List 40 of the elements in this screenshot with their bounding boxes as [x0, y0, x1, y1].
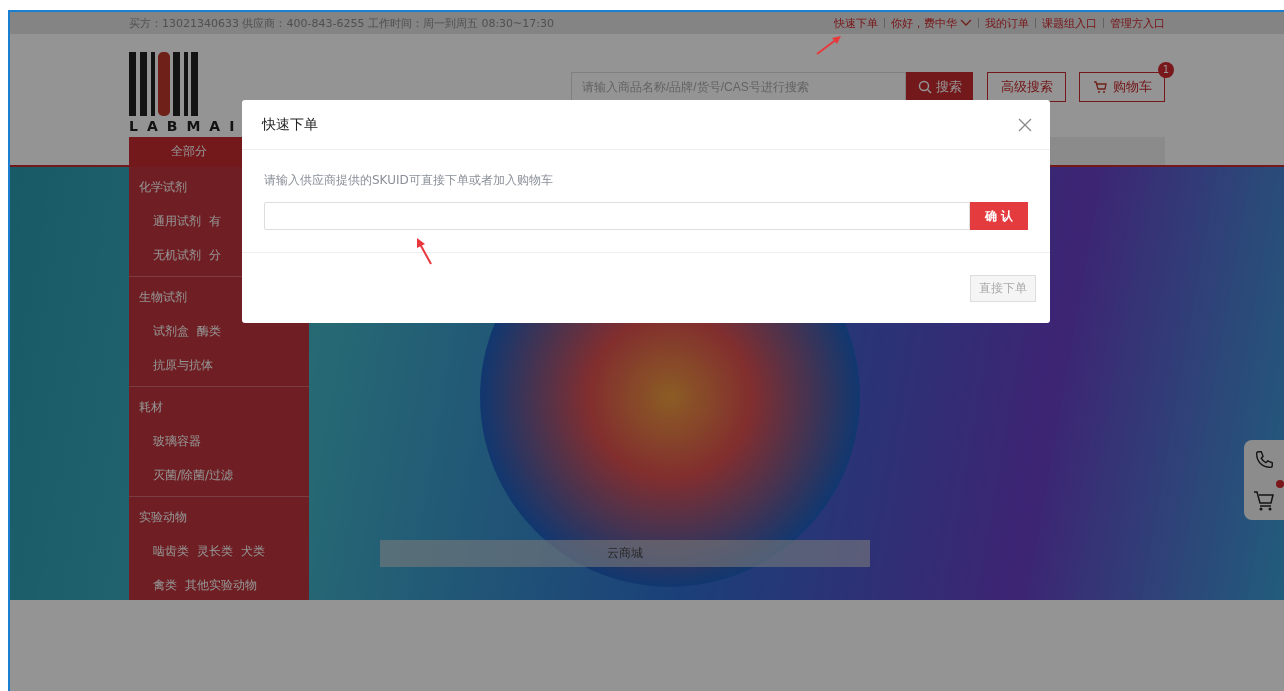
category-link[interactable]: 有 [209, 212, 221, 230]
category-link[interactable]: 啮齿类 [153, 542, 189, 560]
phone-icon[interactable] [1253, 448, 1275, 471]
logo[interactable]: LABMAI [129, 52, 244, 134]
category-title[interactable]: 耗材 [129, 390, 309, 424]
category-link[interactable]: 通用试剂 [153, 212, 201, 230]
barcode-tube-icon [129, 52, 199, 116]
hint-text: 请输入供应商提供的SKUID可直接下单或者加入购物车 [264, 172, 554, 189]
cart-count-badge: 1 [1158, 62, 1174, 78]
top-link[interactable]: 课题组入口 [1042, 15, 1097, 31]
dialog-title: 快速下单 [262, 115, 318, 134]
logo-text: LABMAI [129, 118, 244, 134]
search-icon [917, 80, 932, 94]
annotation-arrow [815, 34, 843, 56]
cart-icon [1092, 80, 1107, 94]
close-icon [1018, 117, 1032, 132]
category-link[interactable]: 无机试剂 [153, 246, 201, 264]
advanced-search-button[interactable]: 高级搜索 [987, 72, 1066, 102]
user-menu[interactable]: 你好，费中华 [891, 15, 972, 31]
category-link[interactable]: 分 [209, 246, 221, 264]
confirm-button[interactable]: 确 认 [970, 202, 1028, 230]
category-title[interactable]: 实验动物 [129, 500, 309, 534]
category-link[interactable]: 禽类 [153, 576, 177, 594]
annotation-arrow [414, 236, 434, 266]
chevron-down-icon [960, 19, 972, 27]
cart-button[interactable]: 购物车 [1079, 72, 1165, 102]
top-link[interactable]: 管理方入口 [1110, 15, 1165, 31]
category-link[interactable]: 灵长类 [197, 542, 233, 560]
category-link[interactable]: 玻璃容器 [153, 432, 201, 450]
category-link[interactable]: 灭菌/除菌/过滤 [153, 466, 234, 484]
category-link[interactable]: 抗原与抗体 [153, 356, 213, 374]
notification-dot [1276, 480, 1284, 488]
category-link[interactable]: 试剂盒 [153, 322, 189, 340]
search-button[interactable]: 搜索 [906, 72, 973, 102]
category-link[interactable]: 犬类 [241, 542, 265, 560]
category-link[interactable]: 其他实验动物 [185, 576, 257, 594]
category-link[interactable]: 酶类 [197, 322, 221, 340]
top-link[interactable]: 我的订单 [985, 15, 1029, 31]
top-link[interactable]: 快速下单 [834, 15, 878, 31]
skuid-input-field[interactable] [264, 202, 970, 230]
